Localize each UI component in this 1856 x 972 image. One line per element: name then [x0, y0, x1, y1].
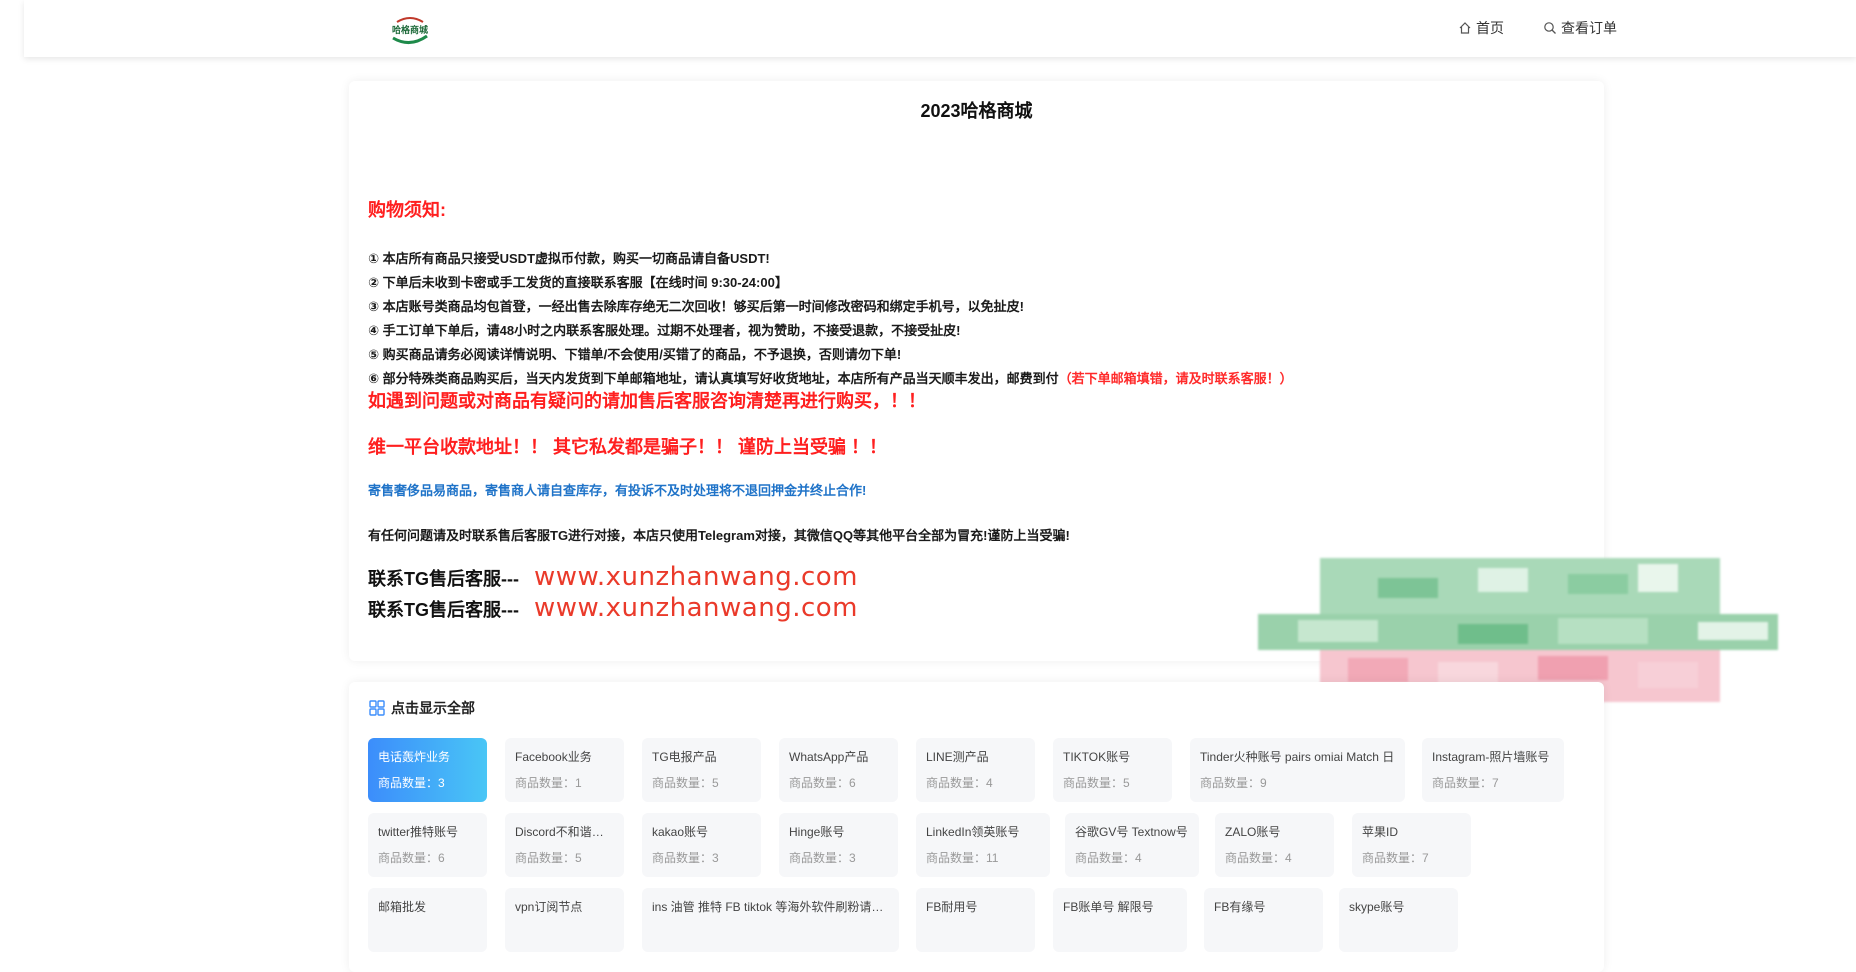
category-card-kakao[interactable]: kakao账号 商品数量：3 — [642, 813, 761, 877]
category-card-telegram[interactable]: TG电报产品 商品数量：5 — [642, 738, 761, 802]
category-card-tiktok[interactable]: TIKTOK账号 商品数量：5 — [1053, 738, 1172, 802]
search-icon — [1544, 22, 1556, 34]
category-name: 邮箱批发 — [378, 900, 427, 914]
category-card-fb-billing[interactable]: FB账单号 解限号 — [1053, 888, 1187, 952]
category-card-google-voice[interactable]: 谷歌GV号 Textnow号 商品数量：4 — [1065, 813, 1199, 877]
category-name: LINE测产品 — [926, 750, 989, 764]
category-name: WhatsApp产品 — [789, 750, 869, 764]
category-count: 商品数量：4 — [1225, 851, 1292, 865]
category-card-linkedin[interactable]: LinkedIn领英账号 商品数量：11 — [916, 813, 1050, 877]
category-count: 商品数量：5 — [515, 851, 582, 865]
consignment-note: 寄售奢侈品易商品，寄售商人请自查库存，有投诉不及时处理将不退回押金并终止合作! — [368, 483, 867, 498]
category-count: 商品数量：11 — [926, 851, 999, 865]
category-name: FB有缘号 — [1214, 900, 1266, 914]
category-name: FB耐用号 — [926, 900, 978, 914]
category-name: ZALO账号 — [1225, 825, 1281, 839]
category-name: kakao账号 — [652, 825, 709, 839]
category-name: vpn订阅节点 — [515, 900, 583, 914]
rules-list: ① 本店所有商品只接受USDT虚拟币付款，购买一切商品请自备USDT! ② 下单… — [368, 247, 1293, 391]
page-title: 2023哈格商城 — [920, 101, 1033, 121]
rule-item: ① 本店所有商品只接受USDT虚拟币付款，购买一切商品请自备USDT! — [368, 251, 770, 266]
category-card-discord[interactable]: Discord不和谐账号 商品数量：5 — [505, 813, 624, 877]
category-count: 商品数量：5 — [1063, 776, 1130, 790]
category-name: Instagram-照片墙账号 — [1432, 750, 1550, 764]
category-card-vpn[interactable]: vpn订阅节点 — [505, 888, 624, 952]
category-card-apple-id[interactable]: 苹果ID 商品数量：7 — [1352, 813, 1471, 877]
category-name: 电话轰炸业务 — [378, 750, 451, 764]
warning-scam: 维一平台收款地址！！ 其它私发都是骗子！！ 谨防上当受骗 ！！ — [368, 437, 887, 457]
category-card-fb-durable[interactable]: FB耐用号 — [916, 888, 1035, 952]
category-count: 商品数量：3 — [789, 851, 856, 865]
category-count: 商品数量：3 — [378, 776, 445, 790]
category-card-tinder[interactable]: Tinder火种账号 pairs omiai Match 日 商品数量：9 — [1190, 738, 1405, 802]
category-name: FB账单号 解限号 — [1063, 900, 1154, 914]
category-name: twitter推特账号 — [378, 825, 459, 839]
category-card-instagram[interactable]: Instagram-照片墙账号 商品数量：7 — [1422, 738, 1564, 802]
category-name: LinkedIn领英账号 — [926, 825, 1020, 839]
category-card-email[interactable]: 邮箱批发 — [368, 888, 487, 952]
rule-item: ② 下单后未收到卡密或手工发货的直接联系客服【在线时间 9:30-24:00】 — [368, 275, 788, 290]
nav-home-label: 首页 — [1476, 20, 1504, 36]
show-all-label: 点击显示全部 — [391, 700, 475, 716]
category-count: 商品数量：6 — [378, 851, 445, 865]
category-name: 苹果ID — [1362, 825, 1399, 839]
warning-contact-support: 如遇到问题或对商品有疑问的请加售后客服咨询清楚再进行购买，！！ — [368, 391, 926, 411]
category-card-social-boost[interactable]: ins 油管 推特 FB tiktok 等海外软件刷粉请联系 — [642, 888, 899, 952]
category-count: 商品数量：4 — [1075, 851, 1142, 865]
rule-6-text: ⑥ 部分特殊类商品购买后，当天内发货到下单邮箱地址，请认真填写好收货地址，本店所… — [368, 371, 1059, 386]
category-card-facebook[interactable]: Facebook业务 商品数量：1 — [505, 738, 624, 802]
category-card-twitter[interactable]: twitter推特账号 商品数量：6 — [368, 813, 487, 877]
category-name: skype账号 — [1349, 900, 1405, 914]
category-count: 商品数量：6 — [789, 776, 856, 790]
contact-url-link[interactable]: www.xunzhanwang.com — [534, 562, 858, 592]
telegram-note: 有任何问题请及时联系售后客服TG进行对接，本店只使用Telegram对接，其微信… — [368, 528, 1070, 543]
nav-home[interactable]: 首页 — [1458, 18, 1504, 38]
rule-item: ④ 手工订单下单后，请48小时之内联系客服处理。过期不处理者，视为赞助，不接受退… — [368, 323, 961, 338]
category-name: Discord不和谐账号 — [515, 825, 614, 839]
contact-label: 联系TG售后客服--- — [368, 569, 519, 589]
category-name: Hinge账号 — [789, 825, 845, 839]
category-name: TG电报产品 — [652, 750, 717, 764]
category-card-whatsapp[interactable]: WhatsApp产品 商品数量：6 — [779, 738, 898, 802]
category-name: TIKTOK账号 — [1063, 750, 1131, 764]
category-card-phone-bombing[interactable]: 电话轰炸业务 商品数量：3 — [368, 738, 487, 802]
logo-text: 哈格商城 — [392, 24, 428, 36]
top-navbar: 哈格商城 首页 查看订单 — [24, 0, 1856, 57]
contact-row: 联系TG售后客服--- www.xunzhanwang.com — [368, 593, 858, 623]
contact-url-link[interactable]: www.xunzhanwang.com — [534, 593, 858, 623]
category-count: 商品数量：1 — [515, 776, 582, 790]
grid-icon — [369, 700, 385, 716]
category-card-fb-aged[interactable]: FB有缘号 — [1204, 888, 1323, 952]
category-count: 商品数量：9 — [1200, 776, 1267, 790]
show-all-categories-button[interactable]: 点击显示全部 — [369, 698, 475, 718]
shop-logo[interactable]: 哈格商城 — [387, 14, 433, 46]
contact-row: 联系TG售后客服--- www.xunzhanwang.com — [368, 562, 858, 592]
home-icon — [1459, 22, 1471, 34]
nav-view-orders[interactable]: 查看订单 — [1543, 18, 1617, 38]
category-name: Facebook业务 — [515, 750, 592, 764]
category-card-hinge[interactable]: Hinge账号 商品数量：3 — [779, 813, 898, 877]
rule-item: ⑤ 购买商品请务必阅读详情说明、下错单/不会使用/买错了的商品，不予退换，否则请… — [368, 347, 902, 362]
rule-item: ③ 本店账号类商品均包首登，一经出售去除库存绝无二次回收！够买后第一时间修改密码… — [368, 299, 1024, 314]
category-count: 商品数量：4 — [926, 776, 993, 790]
category-count: 商品数量：5 — [652, 776, 719, 790]
category-card-zalo[interactable]: ZALO账号 商品数量：4 — [1215, 813, 1334, 877]
category-section: 点击显示全部 电话轰炸业务 商品数量：3 Facebook业务 商品数量：1 T… — [349, 682, 1604, 972]
category-count: 商品数量：7 — [1362, 851, 1429, 865]
category-card-line[interactable]: LINE测产品 商品数量：4 — [916, 738, 1035, 802]
category-name: ins 油管 推特 FB tiktok 等海外软件刷粉请联系 — [652, 900, 889, 914]
notice-heading: 购物须知: — [368, 200, 446, 220]
category-name: 谷歌GV号 Textnow号 — [1075, 825, 1188, 839]
category-card-skype[interactable]: skype账号 — [1339, 888, 1458, 952]
category-count: 商品数量：7 — [1432, 776, 1499, 790]
contact-label: 联系TG售后客服--- — [368, 600, 519, 620]
announcement-panel: 2023哈格商城 购物须知: ① 本店所有商品只接受USDT虚拟币付款，购买一切… — [349, 81, 1604, 661]
rule-6-red-note: （若下单邮箱填错，请及时联系客服！） — [1058, 371, 1293, 386]
category-name: Tinder火种账号 pairs omiai Match 日 — [1200, 750, 1395, 764]
category-count: 商品数量：3 — [652, 851, 719, 865]
nav-orders-label: 查看订单 — [1561, 20, 1617, 36]
